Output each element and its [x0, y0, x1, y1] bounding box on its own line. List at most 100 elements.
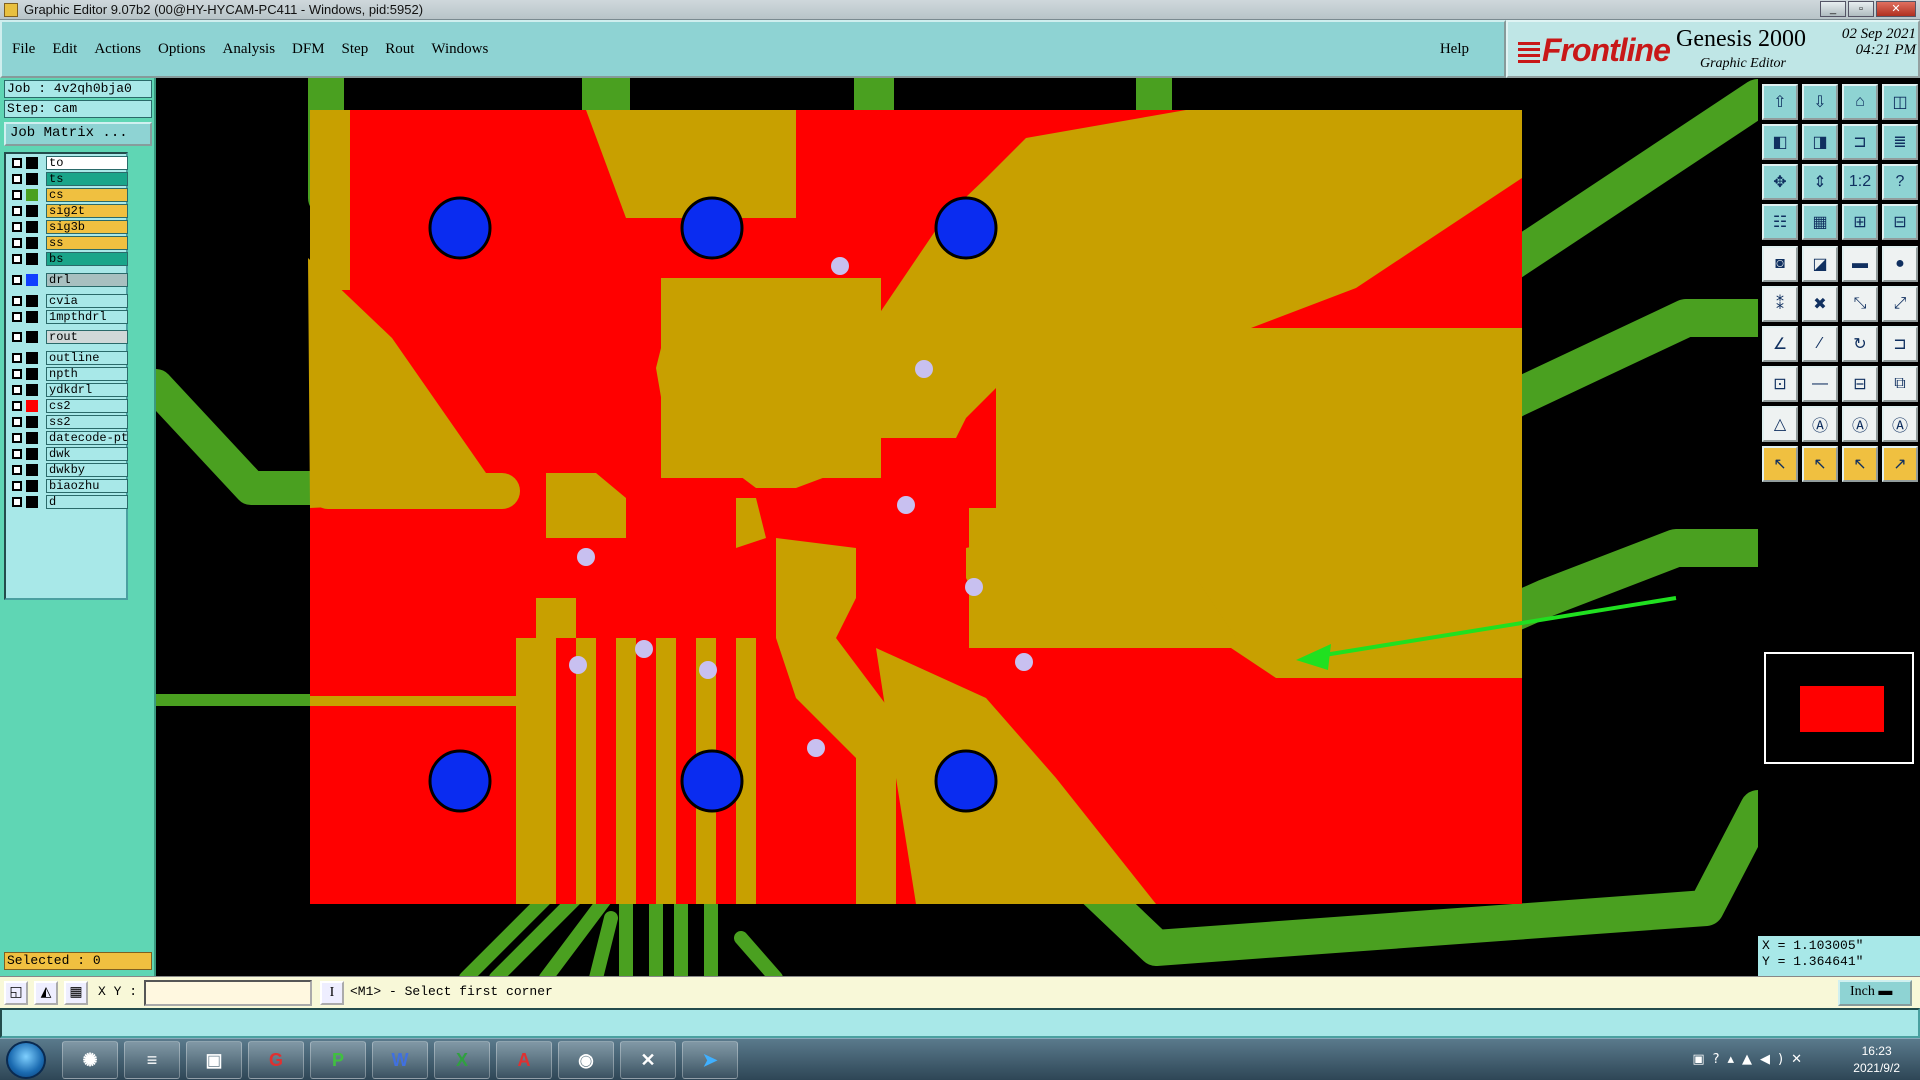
layer-checkbox[interactable]: [12, 206, 22, 216]
shape-icon[interactable]: ◪: [1802, 246, 1838, 282]
menu-analysis[interactable]: Analysis: [223, 41, 276, 58]
pdf-icon[interactable]: A: [496, 1041, 552, 1079]
scale-icon[interactable]: 1:2: [1842, 164, 1878, 200]
layer-color-swatch[interactable]: [26, 310, 38, 323]
layer-checkbox[interactable]: [12, 190, 22, 200]
layer-checkbox[interactable]: [12, 238, 22, 248]
layer-row[interactable]: cs: [8, 188, 128, 202]
notepad-icon[interactable]: ≡: [124, 1041, 180, 1079]
layer-checkbox[interactable]: [12, 274, 22, 285]
layer-color-swatch[interactable]: [26, 157, 38, 169]
grid-icon[interactable]: ▦: [1802, 204, 1838, 240]
menu-step[interactable]: Step: [342, 41, 369, 58]
vertical-zoom-icon[interactable]: ⇕: [1802, 164, 1838, 200]
shell-app-icon[interactable]: ✺: [62, 1041, 118, 1079]
layer-row[interactable]: rout: [8, 330, 128, 345]
menu-windows[interactable]: Windows: [431, 41, 488, 58]
diagonal-icon[interactable]: ⤢: [1882, 286, 1918, 322]
layer-row[interactable]: dwkby: [8, 463, 128, 478]
grid-icon[interactable]: ▦: [64, 981, 88, 1005]
zoom-home-icon[interactable]: ⇧: [1762, 84, 1798, 120]
layer-name[interactable]: sig2t: [46, 204, 128, 218]
layer-color-swatch[interactable]: [26, 173, 38, 185]
layer-color-swatch[interactable]: [26, 480, 38, 493]
menu-actions[interactable]: Actions: [94, 41, 141, 58]
layer-color-swatch[interactable]: [26, 448, 38, 461]
triangle-icon[interactable]: △: [1762, 406, 1798, 442]
layers-icon[interactable]: ☷: [1762, 204, 1798, 240]
start-button[interactable]: [6, 1041, 46, 1079]
text-c-icon[interactable]: Ⓐ: [1882, 406, 1918, 442]
menu-file[interactable]: File: [12, 41, 35, 58]
pan-right-icon[interactable]: ◨: [1802, 124, 1838, 160]
layer-name[interactable]: dwk: [46, 447, 128, 462]
layer-row[interactable]: ts: [8, 172, 128, 186]
text-b-icon[interactable]: Ⓐ: [1842, 406, 1878, 442]
layer-name[interactable]: 1mpthdrl: [46, 309, 128, 324]
layer-row[interactable]: biaozhu: [8, 479, 128, 494]
layer-checkbox[interactable]: [12, 332, 22, 343]
job-matrix-button[interactable]: Job Matrix ...: [4, 122, 152, 146]
select-point-icon[interactable]: ↖: [1842, 446, 1878, 482]
layer-checkbox[interactable]: [12, 401, 22, 412]
layer-color-swatch[interactable]: [26, 352, 38, 365]
layer-color-swatch[interactable]: [26, 294, 38, 307]
layer-row[interactable]: sig2t: [8, 204, 128, 218]
layer-color-swatch[interactable]: [26, 368, 38, 381]
layer-checkbox[interactable]: [12, 433, 22, 444]
layer-name[interactable]: ss2: [46, 415, 128, 430]
layer-checkbox[interactable]: [12, 158, 22, 168]
layer-checkbox[interactable]: [12, 311, 22, 322]
layer-checkbox[interactable]: [12, 222, 22, 232]
zoom-in-icon[interactable]: ⇩: [1802, 84, 1838, 120]
layer-row[interactable]: d: [8, 495, 128, 510]
pad-icon[interactable]: ◙: [1762, 246, 1798, 282]
angle-icon[interactable]: ∠: [1762, 326, 1798, 362]
layer-color-swatch[interactable]: [26, 400, 38, 413]
layer-checkbox[interactable]: [12, 174, 22, 184]
layer-name[interactable]: cs2: [46, 399, 128, 414]
layer-checkbox[interactable]: [12, 295, 22, 306]
layer-checkbox[interactable]: [12, 369, 22, 380]
layer-name[interactable]: cs: [46, 188, 128, 202]
text-a-icon[interactable]: Ⓐ: [1802, 406, 1838, 442]
layer-row[interactable]: ydkdrl: [8, 383, 128, 398]
rotate-icon[interactable]: ↻: [1842, 326, 1878, 362]
snap-icon[interactable]: ◱: [4, 981, 28, 1005]
layer-color-swatch[interactable]: [26, 237, 38, 249]
layer-name[interactable]: outline: [46, 351, 128, 366]
layer-color-swatch[interactable]: [26, 416, 38, 429]
layer-row[interactable]: to: [8, 156, 128, 170]
layer-name[interactable]: to: [46, 156, 128, 170]
menu-help[interactable]: Help: [1440, 41, 1469, 58]
layer-row[interactable]: outline: [8, 351, 128, 366]
frame-icon[interactable]: ⊐: [1882, 326, 1918, 362]
save-disk-icon[interactable]: ▣: [186, 1041, 242, 1079]
layer-row[interactable]: ss: [8, 236, 128, 250]
layer-checkbox[interactable]: [12, 497, 22, 508]
snap-grid-icon[interactable]: ⊞: [1842, 204, 1878, 240]
bracket-icon[interactable]: ⊐: [1842, 124, 1878, 160]
split-view-icon[interactable]: ◫: [1882, 84, 1918, 120]
excel-icon[interactable]: X: [434, 1041, 490, 1079]
list-icon[interactable]: ≣: [1882, 124, 1918, 160]
slope-icon[interactable]: ⁄: [1802, 326, 1838, 362]
system-tray[interactable]: ▣?▴▲◀)✕: [1692, 1052, 1810, 1067]
layer-row[interactable]: cs2: [8, 399, 128, 414]
layer-row[interactable]: npth: [8, 367, 128, 382]
delete-node-icon[interactable]: ✖: [1802, 286, 1838, 322]
menu-rout[interactable]: Rout: [385, 41, 414, 58]
layer-name[interactable]: d: [46, 495, 128, 510]
layer-row[interactable]: datecode-pto: [8, 431, 128, 446]
close-button[interactable]: ✕: [1876, 1, 1916, 17]
bar-icon[interactable]: ▬: [1842, 246, 1878, 282]
layer-color-swatch[interactable]: [26, 432, 38, 445]
fit-icon[interactable]: ✥: [1762, 164, 1798, 200]
layer-name[interactable]: npth: [46, 367, 128, 382]
info-icon[interactable]: I: [320, 981, 344, 1005]
layer-name[interactable]: drl: [46, 272, 128, 287]
layer-name[interactable]: datecode-pto: [46, 431, 128, 446]
word-icon[interactable]: W: [372, 1041, 428, 1079]
layer-checkbox[interactable]: [12, 465, 22, 476]
x-app-icon[interactable]: ✕: [620, 1041, 676, 1079]
